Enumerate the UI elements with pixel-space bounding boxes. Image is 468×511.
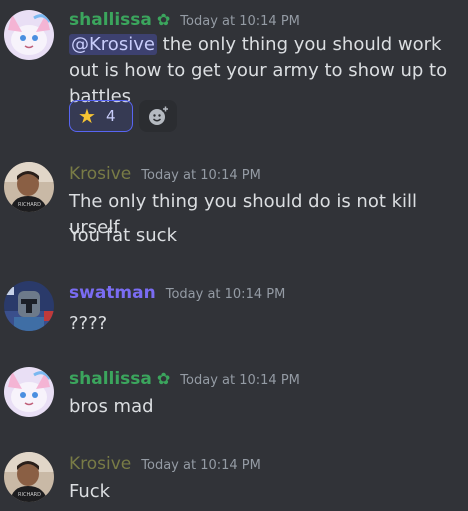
timestamp: Today at 10:14 PM [141,458,261,473]
message-header: shallissa ✿ Today at 10:14 PM [69,8,300,32]
avatar-shallissa[interactable] [4,10,54,60]
flower-badge-icon: ✿ [156,369,171,388]
reaction-count: 4 [105,107,116,125]
message-header: swatman Today at 10:14 PM [69,281,285,305]
message-text: You fat suck [69,225,177,246]
message-header: Krosive Today at 10:14 PM [69,162,261,186]
message-text: bros mad [69,396,154,417]
star-icon: ★ [78,104,96,128]
avatar-swatman[interactable] [4,281,54,331]
svg-text:RICHARD: RICHARD [18,202,41,208]
username[interactable]: Krosive [69,162,131,186]
timestamp: Today at 10:14 PM [180,373,300,388]
message-content: @Krosive the only thing you should work … [69,32,461,110]
timestamp: Today at 10:14 PM [165,287,286,302]
flower-badge-icon: ✿ [156,10,171,29]
username[interactable]: shallissa [69,367,152,391]
message-header: Krosive Today at 10:14 PM [69,452,261,476]
message-header: shallissa ✿ Today at 10:14 PM [69,367,300,391]
add-reaction-button[interactable] [139,100,177,132]
avatar-shallissa[interactable] [4,367,54,417]
message-text: ???? [69,313,108,334]
message-text: Fuck [69,481,111,502]
reaction-star[interactable]: ★ 4 [69,100,133,132]
chat-messages: shallissa ✿ Today at 10:14 PM @Krosive t… [0,0,468,511]
timestamp: Today at 10:14 PM [141,168,261,183]
user-mention[interactable]: @Krosive [69,34,157,55]
username[interactable]: swatman [69,281,156,305]
timestamp: Today at 10:14 PM [180,14,300,29]
svg-text:RICHARD: RICHARD [18,492,41,498]
add-reaction-icon [149,106,169,125]
username[interactable]: Krosive [69,452,131,476]
avatar-krosive[interactable]: RICHARD [4,452,54,502]
avatar-krosive[interactable]: RICHARD [4,162,54,212]
reactions-bar: ★ 4 [69,100,177,132]
username[interactable]: shallissa [69,8,152,32]
